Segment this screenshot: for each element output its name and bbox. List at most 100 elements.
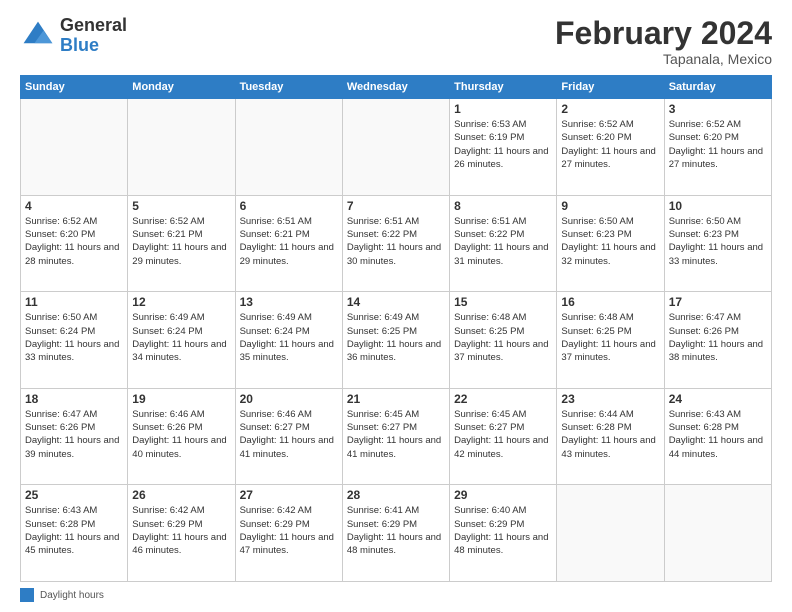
logo-text: General Blue — [60, 16, 127, 56]
calendar-header-tuesday: Tuesday — [235, 76, 342, 99]
day-number: 5 — [132, 199, 230, 213]
day-info: Sunrise: 6:51 AM Sunset: 6:22 PM Dayligh… — [454, 215, 552, 268]
day-number: 26 — [132, 488, 230, 502]
calendar-cell: 23Sunrise: 6:44 AM Sunset: 6:28 PM Dayli… — [557, 388, 664, 485]
day-number: 25 — [25, 488, 123, 502]
day-number: 15 — [454, 295, 552, 309]
day-info: Sunrise: 6:48 AM Sunset: 6:25 PM Dayligh… — [454, 311, 552, 364]
day-info: Sunrise: 6:42 AM Sunset: 6:29 PM Dayligh… — [240, 504, 338, 557]
page: General Blue February 2024 Tapanala, Mex… — [0, 0, 792, 612]
day-info: Sunrise: 6:52 AM Sunset: 6:20 PM Dayligh… — [561, 118, 659, 171]
calendar-cell — [21, 99, 128, 196]
day-number: 23 — [561, 392, 659, 406]
calendar-cell: 25 Sunrise: 6:43 AM Sunset: 6:28 PM Dayli… — [21, 485, 128, 582]
title-block: February 2024 Tapanala, Mexico — [555, 16, 772, 67]
day-number: 13 — [240, 295, 338, 309]
day-info: Sunrise: 6:52 AM Sunset: 6:20 PM Dayligh… — [25, 215, 123, 268]
day-number: 14 — [347, 295, 445, 309]
calendar-cell: 12 Sunrise: 6:49 AM Sunset: 6:24 PM Dayli… — [128, 292, 235, 389]
calendar-cell: 18 Sunrise: 6:47 AM Sunset: 6:26 PM Dayli… — [21, 388, 128, 485]
day-info: Sunrise: 6:47 AM Sunset: 6:26 PM Dayligh… — [669, 311, 767, 364]
calendar-cell: 28 Sunrise: 6:41 AM Sunset: 6:29 PM Dayli… — [342, 485, 449, 582]
day-info: Sunrise: 6:53 AM Sunset: 6:19 PM Dayligh… — [454, 118, 552, 171]
calendar-header-sunday: Sunday — [21, 76, 128, 99]
calendar-cell: 6 Sunrise: 6:51 AM Sunset: 6:21 PM Daylig… — [235, 195, 342, 292]
calendar-week-4: 25 Sunrise: 6:43 AM Sunset: 6:28 PM Dayli… — [21, 485, 772, 582]
calendar-cell: 21 Sunrise: 6:45 AM Sunset: 6:27 PM Dayli… — [342, 388, 449, 485]
day-number: 24 — [669, 392, 767, 406]
calendar-week-1: 4Sunrise: 6:52 AM Sunset: 6:20 PM Daylig… — [21, 195, 772, 292]
day-number: 18 — [25, 392, 123, 406]
calendar-cell — [664, 485, 771, 582]
day-number: 10 — [669, 199, 767, 213]
calendar-cell: 16 Sunrise: 6:48 AM Sunset: 6:25 PM Dayli… — [557, 292, 664, 389]
calendar-cell: 24 Sunrise: 6:43 AM Sunset: 6:28 PM Dayli… — [664, 388, 771, 485]
day-info: Sunrise: 6:52 AM Sunset: 6:21 PM Dayligh… — [132, 215, 230, 268]
day-info: Sunrise: 6:45 AM Sunset: 6:27 PM Dayligh… — [454, 408, 552, 461]
calendar-header-wednesday: Wednesday — [342, 76, 449, 99]
calendar-table: SundayMondayTuesdayWednesdayThursdayFrid… — [20, 75, 772, 582]
day-number: 11 — [25, 295, 123, 309]
calendar-header-friday: Friday — [557, 76, 664, 99]
day-info: Sunrise: 6:49 AM Sunset: 6:24 PM Dayligh… — [132, 311, 230, 364]
day-number: 16 — [561, 295, 659, 309]
legend-box — [20, 588, 34, 602]
day-number: 19 — [132, 392, 230, 406]
calendar-cell: 4Sunrise: 6:52 AM Sunset: 6:20 PM Daylig… — [21, 195, 128, 292]
calendar-cell: 10 Sunrise: 6:50 AM Sunset: 6:23 PM Dayli… — [664, 195, 771, 292]
day-number: 12 — [132, 295, 230, 309]
day-info: Sunrise: 6:50 AM Sunset: 6:23 PM Dayligh… — [669, 215, 767, 268]
calendar-week-2: 11 Sunrise: 6:50 AM Sunset: 6:24 PM Dayli… — [21, 292, 772, 389]
logo-icon — [20, 18, 56, 54]
calendar-cell: 1Sunrise: 6:53 AM Sunset: 6:19 PM Daylig… — [450, 99, 557, 196]
calendar-header-row: SundayMondayTuesdayWednesdayThursdayFrid… — [21, 76, 772, 99]
calendar-cell: 8 Sunrise: 6:51 AM Sunset: 6:22 PM Daylig… — [450, 195, 557, 292]
calendar-cell: 3 Sunrise: 6:52 AM Sunset: 6:20 PM Daylig… — [664, 99, 771, 196]
subtitle: Tapanala, Mexico — [555, 51, 772, 67]
calendar-cell: 22Sunrise: 6:45 AM Sunset: 6:27 PM Dayli… — [450, 388, 557, 485]
legend-label: Daylight hours — [40, 590, 104, 601]
calendar-cell — [557, 485, 664, 582]
day-info: Sunrise: 6:42 AM Sunset: 6:29 PM Dayligh… — [132, 504, 230, 557]
header: General Blue February 2024 Tapanala, Mex… — [20, 16, 772, 67]
logo-general: General — [60, 16, 127, 36]
day-number: 3 — [669, 102, 767, 116]
day-info: Sunrise: 6:51 AM Sunset: 6:22 PM Dayligh… — [347, 215, 445, 268]
day-info: Sunrise: 6:40 AM Sunset: 6:29 PM Dayligh… — [454, 504, 552, 557]
day-number: 2 — [561, 102, 659, 116]
day-info: Sunrise: 6:43 AM Sunset: 6:28 PM Dayligh… — [25, 504, 123, 557]
day-info: Sunrise: 6:50 AM Sunset: 6:23 PM Dayligh… — [561, 215, 659, 268]
day-number: 17 — [669, 295, 767, 309]
day-number: 8 — [454, 199, 552, 213]
day-number: 27 — [240, 488, 338, 502]
calendar-cell: 17 Sunrise: 6:47 AM Sunset: 6:26 PM Dayli… — [664, 292, 771, 389]
day-info: Sunrise: 6:41 AM Sunset: 6:29 PM Dayligh… — [347, 504, 445, 557]
day-info: Sunrise: 6:46 AM Sunset: 6:27 PM Dayligh… — [240, 408, 338, 461]
day-info: Sunrise: 6:51 AM Sunset: 6:21 PM Dayligh… — [240, 215, 338, 268]
calendar-cell — [235, 99, 342, 196]
calendar-cell: 11 Sunrise: 6:50 AM Sunset: 6:24 PM Dayli… — [21, 292, 128, 389]
calendar-cell: 27 Sunrise: 6:42 AM Sunset: 6:29 PM Dayli… — [235, 485, 342, 582]
day-number: 29 — [454, 488, 552, 502]
day-info: Sunrise: 6:50 AM Sunset: 6:24 PM Dayligh… — [25, 311, 123, 364]
day-info: Sunrise: 6:48 AM Sunset: 6:25 PM Dayligh… — [561, 311, 659, 364]
day-info: Sunrise: 6:49 AM Sunset: 6:24 PM Dayligh… — [240, 311, 338, 364]
calendar-cell — [128, 99, 235, 196]
calendar-cell: 29 Sunrise: 6:40 AM Sunset: 6:29 PM Dayli… — [450, 485, 557, 582]
day-number: 21 — [347, 392, 445, 406]
day-number: 28 — [347, 488, 445, 502]
logo-blue: Blue — [60, 36, 127, 56]
calendar-cell: 14 Sunrise: 6:49 AM Sunset: 6:25 PM Dayli… — [342, 292, 449, 389]
calendar-cell — [342, 99, 449, 196]
calendar-header-saturday: Saturday — [664, 76, 771, 99]
footer: Daylight hours — [20, 588, 772, 602]
day-number: 9 — [561, 199, 659, 213]
calendar-cell: 2 Sunrise: 6:52 AM Sunset: 6:20 PM Daylig… — [557, 99, 664, 196]
day-info: Sunrise: 6:47 AM Sunset: 6:26 PM Dayligh… — [25, 408, 123, 461]
calendar-cell: 7Sunrise: 6:51 AM Sunset: 6:22 PM Daylig… — [342, 195, 449, 292]
day-number: 6 — [240, 199, 338, 213]
day-info: Sunrise: 6:43 AM Sunset: 6:28 PM Dayligh… — [669, 408, 767, 461]
day-info: Sunrise: 6:49 AM Sunset: 6:25 PM Dayligh… — [347, 311, 445, 364]
day-info: Sunrise: 6:52 AM Sunset: 6:20 PM Dayligh… — [669, 118, 767, 171]
day-info: Sunrise: 6:45 AM Sunset: 6:27 PM Dayligh… — [347, 408, 445, 461]
